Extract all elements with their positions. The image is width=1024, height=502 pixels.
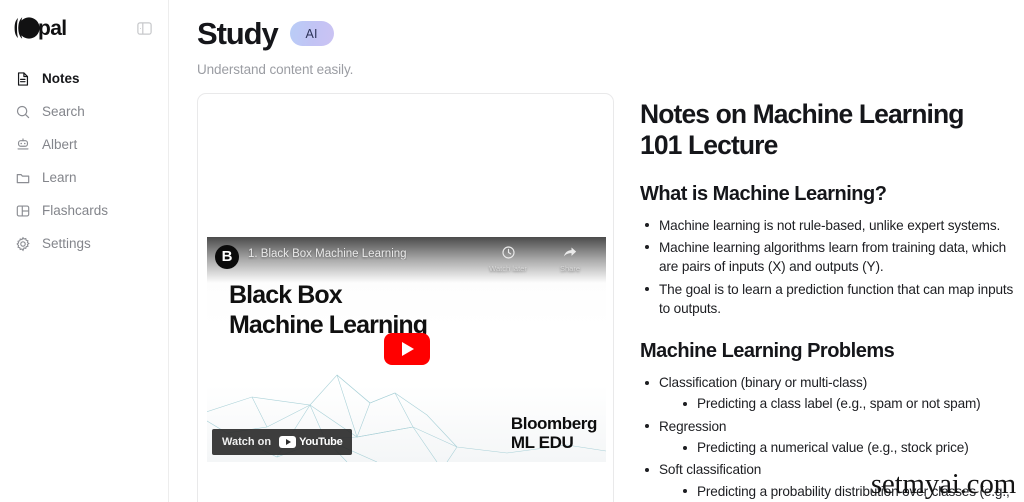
sidebar-item-settings[interactable]: Settings (10, 227, 158, 260)
page-subtitle: Understand content easily. (197, 61, 354, 77)
share-label: Share (559, 263, 580, 273)
layout-grid-icon (14, 202, 31, 219)
play-triangle (402, 342, 414, 357)
clock-icon (501, 245, 516, 262)
share-button[interactable]: Share (548, 243, 592, 273)
list-item-text: Regression (659, 418, 727, 434)
youtube-wordmark: YouTube (299, 435, 343, 448)
sidebar-item-label: Flashcards (42, 203, 109, 218)
search-icon (14, 103, 31, 120)
thumbnail-title-line1: Black Box (229, 280, 343, 309)
app-logo[interactable]: pal (14, 15, 67, 41)
list-item: Predicting a probability distribution ov… (678, 482, 1014, 502)
list-item: Regression Predicting a numerical value … (640, 417, 1014, 458)
gear-icon (14, 235, 31, 252)
opal-logo-mark (14, 15, 40, 41)
notes-title: Notes on Machine Learning 101 Lecture (640, 98, 964, 160)
title-row: Study AI (197, 16, 1024, 52)
sidebar-item-label: Settings (42, 236, 91, 251)
sidebar-item-label: Learn (42, 170, 77, 185)
ai-badge: AI (289, 21, 334, 47)
sidebar-item-label: Search (42, 104, 85, 119)
bloomberg-brand-line1: Bloomberg (510, 413, 598, 433)
folder-icon (14, 169, 31, 186)
list-item: Machine learning is not rule-based, unli… (640, 216, 1014, 235)
list-item: Classification (binary or multi-class) P… (640, 373, 1014, 414)
sidebar-item-notes[interactable]: Notes (10, 62, 158, 95)
watch-on-youtube-button[interactable]: Watch on YouTube (212, 428, 353, 455)
sidebar: pal Notes Search Albert Learn Flashcards… (0, 0, 169, 502)
sidebar-header: pal (0, 0, 168, 44)
notes-panel: Notes on Machine Learning 101 Lecture Wh… (640, 93, 1024, 502)
youtube-play-icon[interactable] (383, 333, 430, 366)
sidebar-item-label: Albert (42, 137, 78, 152)
youtube-topbar: B 1. Black Box Machine Learning Watch la… (207, 236, 606, 283)
bloomberg-brand: Bloomberg ML EDU (510, 413, 598, 452)
thumbnail-title: Black Box Machine Learning (229, 280, 428, 341)
video-actions: Watch later Share (486, 243, 596, 273)
video-card: Black Box Machine Learning B 1. Black Bo… (197, 92, 614, 502)
page-title: Study (197, 16, 279, 51)
document-icon (14, 70, 31, 87)
channel-avatar[interactable]: B (215, 244, 239, 269)
notes-sub-list: Predicting a class label (e.g., spam or … (678, 394, 1014, 413)
list-item: Predicting a numerical value (e.g., stoc… (678, 438, 1014, 457)
notes-bullet-list: Classification (binary or multi-class) P… (640, 373, 1014, 502)
main-content: Study AI Understand content easily. Blac… (169, 0, 1024, 502)
list-item: Soft classification Predicting a probabi… (640, 460, 1014, 502)
watch-later-label: Watch later (489, 263, 527, 273)
list-item: Machine learning algorithms learn from t… (640, 238, 1014, 277)
youtube-play-badge-icon (279, 435, 297, 448)
sidebar-item-albert[interactable]: Albert (10, 128, 158, 161)
notes-bullet-list: Machine learning is not rule-based, unli… (640, 216, 1014, 318)
sidebar-nav: Notes Search Albert Learn Flashcards Set… (0, 62, 168, 260)
list-item-text: Classification (binary or multi-class) (659, 375, 868, 391)
robot-icon (14, 136, 31, 153)
notes-section-heading: What is Machine Learning? (640, 182, 887, 205)
app-logo-text: pal (38, 16, 67, 40)
app-root: pal Notes Search Albert Learn Flashcards… (0, 0, 1024, 502)
video-title[interactable]: 1. Black Box Machine Learning (248, 248, 407, 260)
watch-later-button[interactable]: Watch later (486, 243, 530, 273)
sidebar-item-label: Notes (42, 71, 80, 86)
page-header: Study AI Understand content easily. (169, 0, 1024, 77)
panel-toggle-icon[interactable] (134, 18, 154, 38)
list-item: The goal is to learn a prediction functi… (640, 280, 1014, 319)
share-arrow-icon (562, 245, 578, 262)
youtube-logo: YouTube (279, 435, 343, 448)
content-area: Black Box Machine Learning B 1. Black Bo… (169, 77, 1024, 502)
list-item: Predicting a class label (e.g., spam or … (678, 394, 1014, 413)
bloomberg-brand-line2: ML EDU (510, 432, 574, 452)
sidebar-item-search[interactable]: Search (10, 95, 158, 128)
sidebar-item-learn[interactable]: Learn (10, 161, 158, 194)
notes-section-heading: Machine Learning Problems (640, 340, 895, 363)
notes-sub-list: Predicting a probability distribution ov… (678, 482, 1014, 502)
watch-on-label: Watch on (222, 435, 272, 448)
sidebar-item-flashcards[interactable]: Flashcards (10, 194, 158, 227)
youtube-embed[interactable]: Black Box Machine Learning B 1. Black Bo… (207, 236, 606, 462)
list-item-text: Soft classification (659, 462, 762, 478)
notes-sub-list: Predicting a numerical value (e.g., stoc… (678, 438, 1014, 457)
